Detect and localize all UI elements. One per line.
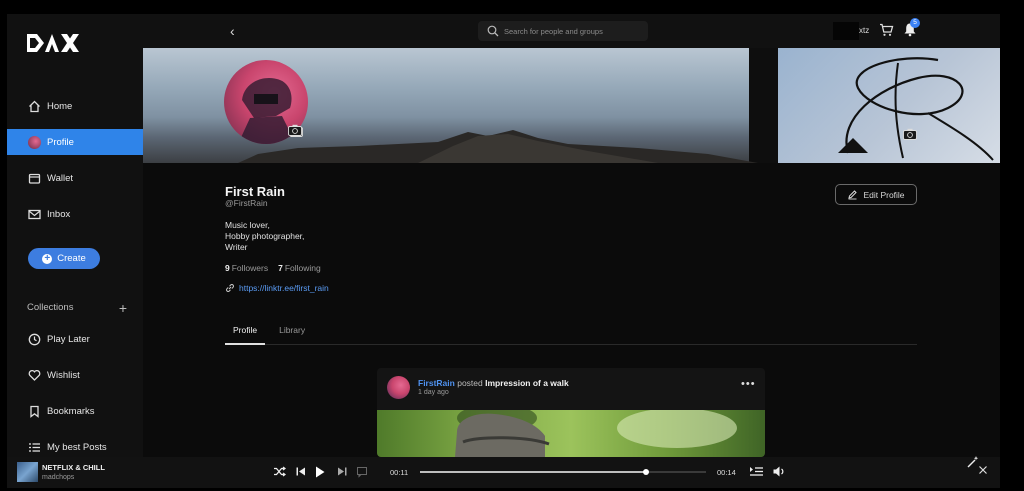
top-bar: ‹ Search for people and groups xtz 5 [143,14,1000,48]
sidebar-item-home[interactable]: Home [7,93,143,119]
add-collection-icon[interactable]: + [119,301,127,315]
post-image-content [455,404,737,457]
track-artist[interactable]: madchops [42,474,74,481]
post-title[interactable]: Impression of a walk [485,378,569,388]
post-header: FirstRain posted Impression of a walk [418,378,569,388]
post-card: FirstRain posted Impression of a walk 1 … [377,368,765,457]
sidebar-item-label: Wallet [47,172,74,184]
playlist-icon[interactable] [749,465,764,478]
followers-stat[interactable]: 9 Followers [225,263,268,273]
collection-item-label: Play Later [47,333,90,345]
sidebar: Home Profile Wallet Inbox + Create Colle… [7,14,143,457]
tab-library[interactable]: Library [271,321,313,345]
collections-label: Collections [27,302,74,313]
home-icon [27,99,41,113]
profile-main: First Rain @FirstRain Music lover, Hobby… [143,163,1000,457]
cart-icon[interactable] [879,23,894,37]
avatar-icon [27,135,41,149]
profile-banner [143,48,1000,163]
rock-silhouette [238,130,758,163]
tab-profile[interactable]: Profile [225,321,266,345]
profile-name: First Rain [225,184,285,199]
volume-icon[interactable] [772,465,786,478]
sidebar-item-wallet[interactable]: Wallet [7,165,143,191]
collection-item-play-later[interactable]: Play Later [7,326,143,352]
progress-fill [420,471,646,473]
bio-line: Music lover, [225,220,270,230]
elapsed-time: 00:11 [390,468,409,477]
secondary-cover-image[interactable] [778,48,1000,163]
window-top-strip [0,0,1024,14]
clock-icon [27,332,41,346]
play-icon[interactable] [313,465,326,479]
profile-handle: @FirstRain [225,198,268,208]
post-author-avatar[interactable] [387,376,410,399]
create-button[interactable]: + Create [28,248,100,269]
profile-bio: Music lover, Hobby photographer, Writer [225,220,304,253]
collection-item-label: Bookmarks [47,405,95,417]
edit-profile-label: Edit Profile [863,189,905,200]
search-input[interactable]: Search for people and groups [478,21,648,41]
collection-item-bookmarks[interactable]: Bookmarks [7,398,143,424]
track-title[interactable]: NETFLIX & CHILL [42,463,105,472]
profile-link[interactable]: https://linktr.ee/first_rain [225,283,329,293]
bio-line: Writer [225,242,248,252]
pencil-icon [848,190,858,200]
sidebar-item-label: Home [47,100,73,112]
user-avatar[interactable] [833,22,859,40]
collection-item-label: My best Posts [47,441,107,453]
bookmark-icon [27,404,41,418]
camera-icon[interactable] [288,124,302,136]
link-icon [226,284,234,292]
post-time: 1 day ago [418,389,449,396]
remaining-time: 00:14 [717,468,736,477]
app-logo[interactable] [27,32,79,54]
queue-chat-icon[interactable] [356,465,368,478]
edit-profile-button[interactable]: Edit Profile [835,184,917,205]
profile-stats: 9 Followers 7 Following [225,263,321,273]
post-author[interactable]: FirstRain [418,378,455,388]
sidebar-item-label: Profile [47,136,74,148]
next-icon[interactable] [336,465,348,478]
shuffle-icon[interactable] [273,465,286,478]
collection-item-label: Wishlist [47,369,80,381]
post-verb: posted [457,378,483,388]
mail-icon [27,207,41,221]
camera-icon[interactable] [903,128,917,140]
close-icon[interactable] [978,465,988,475]
following-label: Following [284,263,321,273]
progress-bar[interactable] [420,469,706,475]
back-arrow-icon[interactable]: ‹ [230,23,235,39]
previous-icon[interactable] [295,465,307,478]
following-stat[interactable]: 7 Following [278,263,321,273]
sidebar-item-inbox[interactable]: Inbox [7,201,143,227]
create-button-label: Create [57,253,86,264]
plus-icon: + [42,253,53,264]
progress-handle[interactable] [642,469,649,475]
notification-badge: 5 [910,18,920,28]
followers-label: Followers [231,263,269,273]
media-player: NETFLIX & CHILL madchops 00:11 00:14 [7,456,1000,488]
collections-header: Collections + [27,301,127,315]
bio-line: Hobby photographer, [225,231,305,241]
following-count: 7 [278,263,283,273]
search-placeholder: Search for people and groups [504,26,603,36]
list-icon [27,440,41,454]
user-name[interactable]: xtz [859,26,869,35]
track-thumbnail[interactable] [17,462,38,482]
heart-icon [27,368,41,382]
calligraphy-art [838,57,994,161]
sidebar-item-label: Inbox [47,208,71,220]
collection-item-wishlist[interactable]: Wishlist [7,362,143,388]
sidebar-item-profile[interactable]: Profile [7,129,143,155]
profile-link-text: https://linktr.ee/first_rain [239,283,329,293]
wallet-icon [27,171,41,185]
followers-count: 9 [225,263,230,273]
search-icon [487,25,499,37]
profile-tabs: Profile Library [225,321,917,345]
post-image[interactable] [377,404,765,457]
more-options-icon[interactable]: ••• [741,378,756,390]
